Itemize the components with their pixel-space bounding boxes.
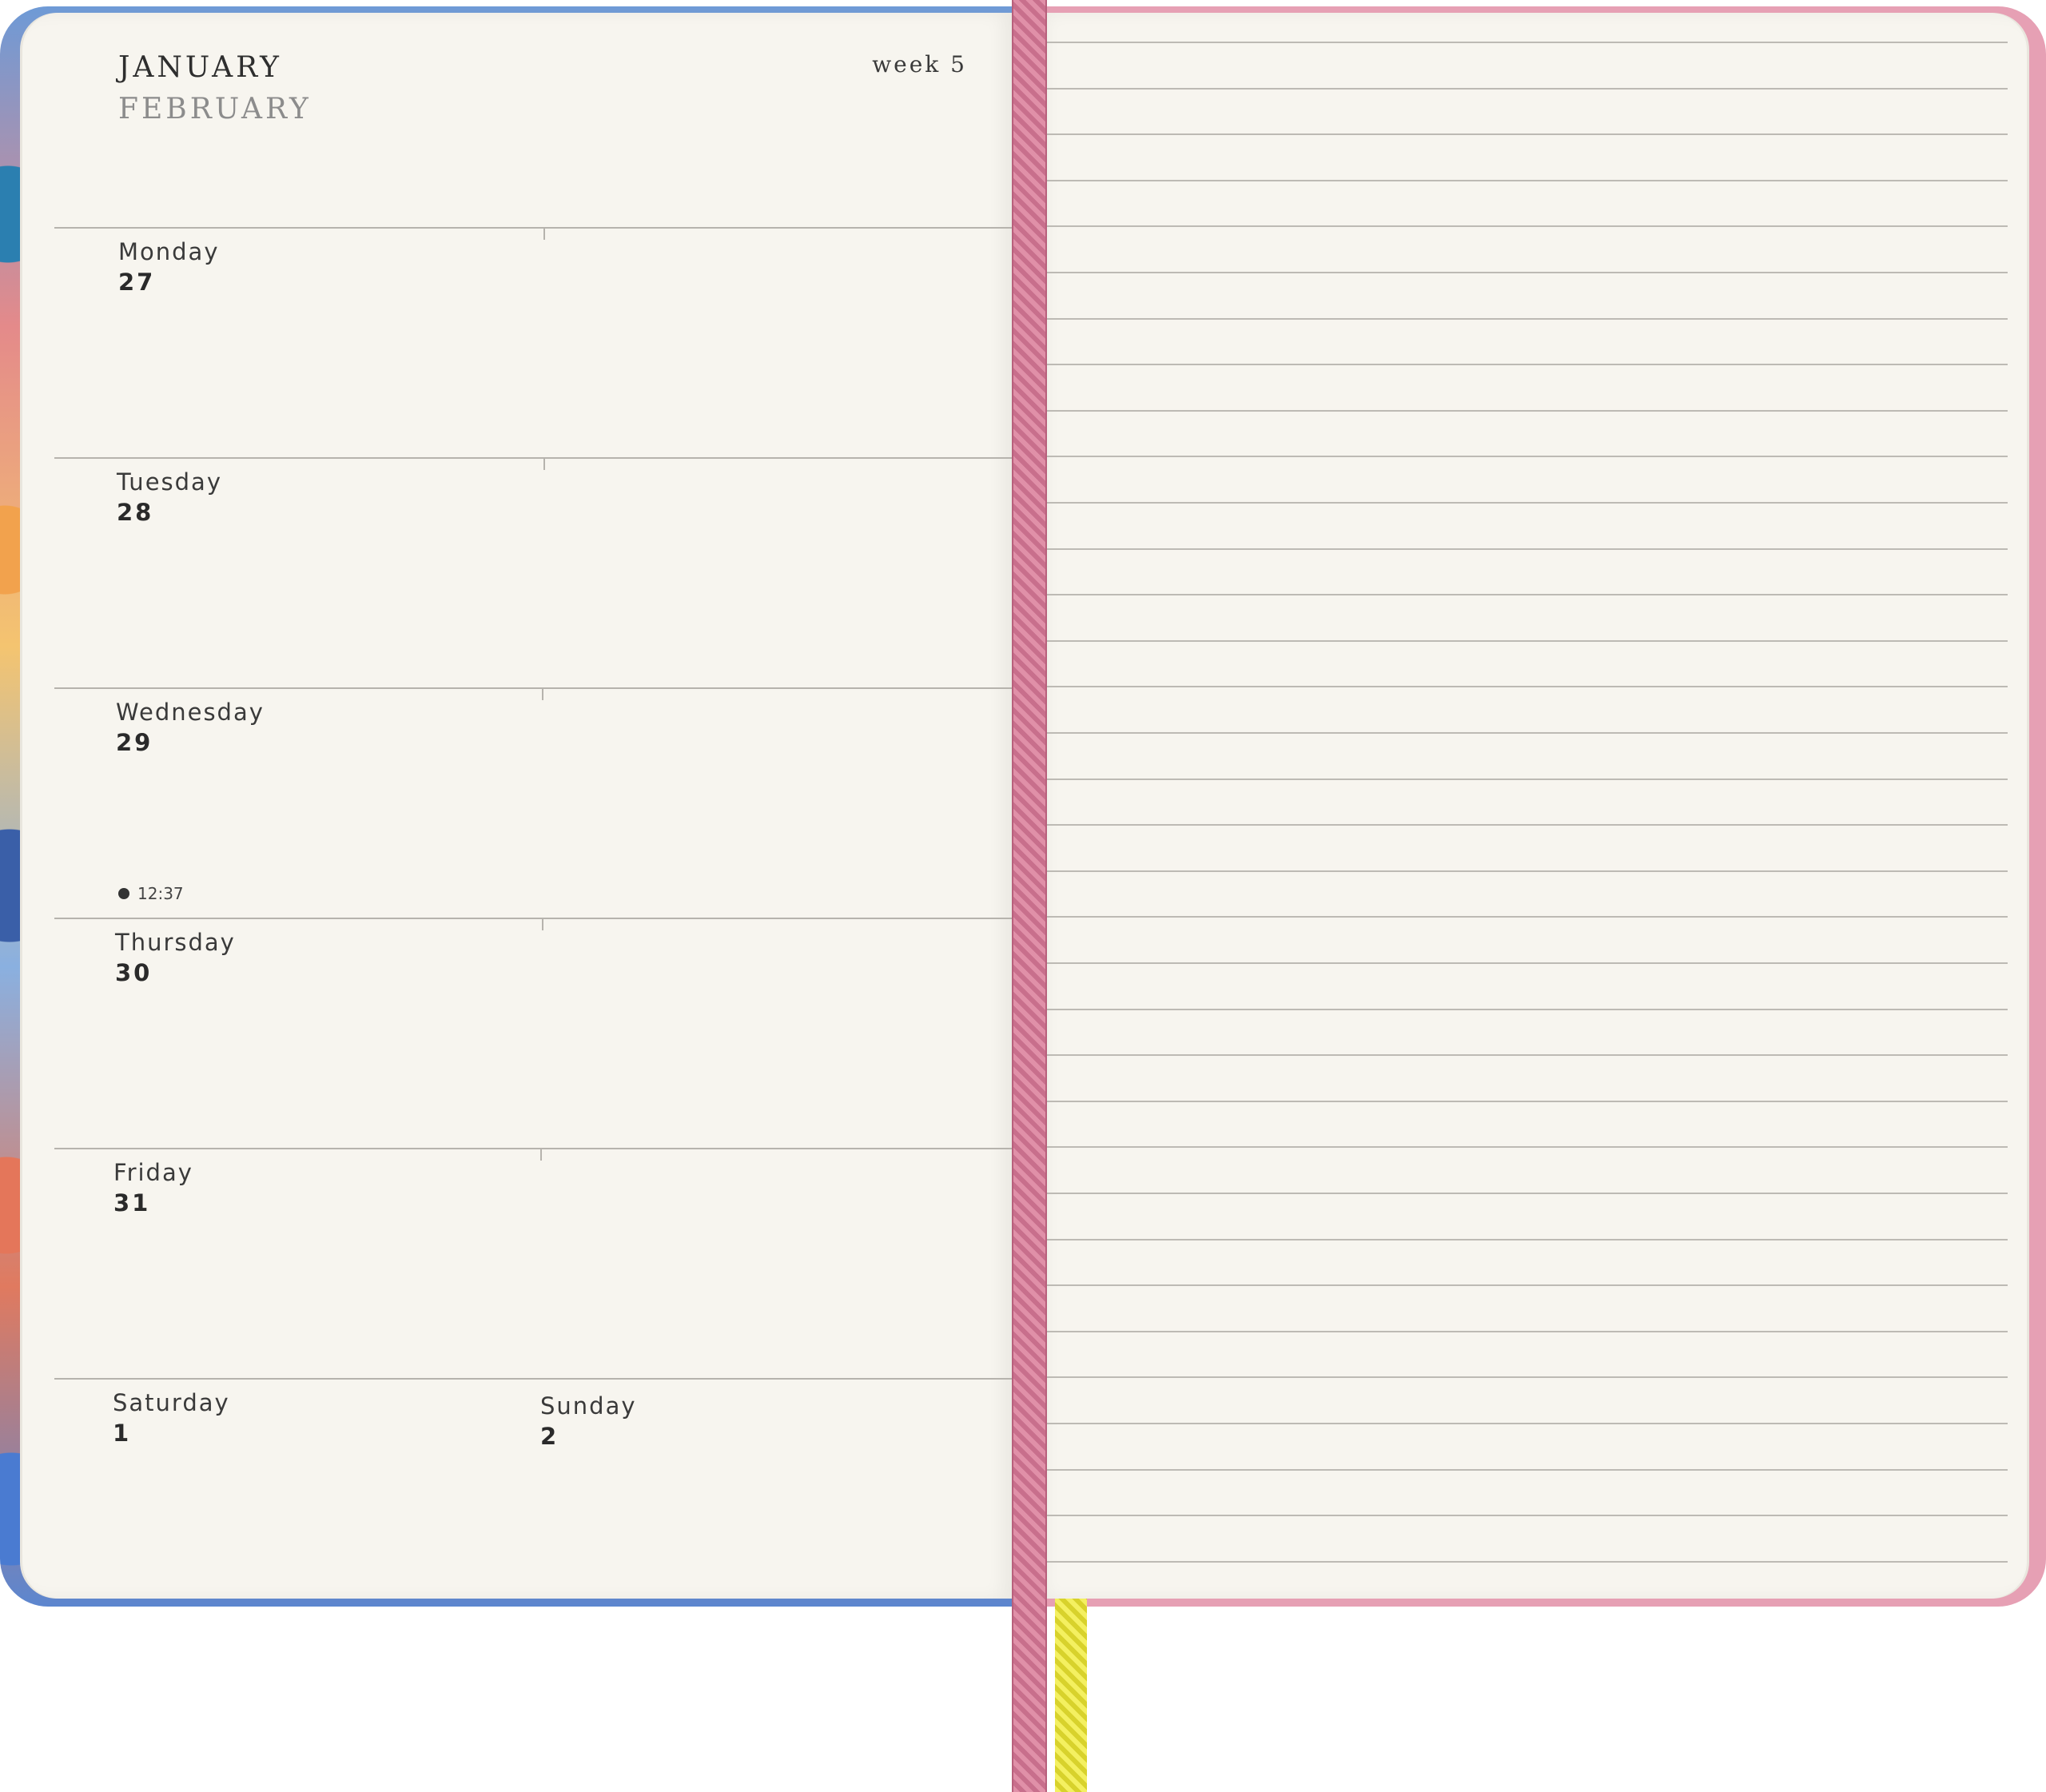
- moon-phase-time: 12:37: [137, 884, 184, 903]
- ruled-line: [1047, 1515, 2008, 1517]
- ruled-line: [1047, 594, 2008, 596]
- day-date-saturday: 1: [113, 1420, 132, 1447]
- ruled-line: [1047, 962, 2008, 964]
- day-date-sunday: 2: [540, 1423, 559, 1450]
- day-divider: [54, 457, 1013, 459]
- ruled-line: [1047, 824, 2008, 826]
- tick-mark: [543, 457, 545, 470]
- ruled-line: [1047, 272, 2008, 273]
- ruled-line: [1047, 548, 2008, 550]
- month-secondary: FEBRUARY: [118, 93, 312, 125]
- ruled-line: [1047, 916, 2008, 918]
- day-divider: [54, 227, 1013, 229]
- ruled-line: [1047, 1423, 2008, 1424]
- ruled-line: [1047, 1100, 2008, 1102]
- ruled-line: [1047, 42, 2008, 43]
- ruled-line: [1047, 1560, 2008, 1563]
- ruled-line: [1047, 778, 2008, 780]
- ruled-line: [1047, 502, 2008, 504]
- month-primary: JANUARY: [118, 51, 282, 84]
- ruled-line: [1047, 686, 2008, 688]
- tick-mark: [542, 687, 543, 700]
- ruled-line: [1047, 317, 2008, 320]
- day-date-thursday: 30: [115, 959, 153, 986]
- ruled-line: [1047, 732, 2008, 734]
- day-date-tuesday: 28: [117, 499, 154, 526]
- ruled-line: [1047, 1376, 2008, 1379]
- ruled-line: [1047, 1284, 2008, 1287]
- tick-mark: [542, 918, 543, 930]
- day-divider: [54, 1148, 1013, 1149]
- ruled-line: [1047, 1330, 2008, 1332]
- ruled-line: [1047, 87, 2008, 90]
- moon-phase: 12:37: [118, 884, 184, 903]
- ruled-line: [1047, 1193, 2008, 1194]
- ruled-line: [1047, 639, 2008, 642]
- ruled-line: [1047, 1054, 2008, 1057]
- new-moon-icon: [118, 888, 129, 899]
- day-date-friday: 31: [113, 1189, 151, 1217]
- weekly-planner-page: JANUARY FEBRUARY week 5 Monday 27 Tuesda…: [22, 13, 1013, 1599]
- ruled-line: [1047, 1238, 2008, 1240]
- yellow-bookmark-ribbon: [1055, 1599, 1087, 1792]
- day-name-thursday: Thursday: [115, 929, 236, 956]
- ruled-line: [1047, 456, 2008, 458]
- pink-bookmark-ribbon: [1012, 0, 1047, 1792]
- tick-mark: [543, 227, 545, 240]
- day-name-tuesday: Tuesday: [117, 468, 222, 496]
- tick-mark: [540, 1148, 542, 1161]
- ruled-line: [1047, 870, 2008, 872]
- day-name-wednesday: Wednesday: [116, 699, 265, 726]
- day-name-sunday: Sunday: [540, 1392, 637, 1420]
- day-divider: [54, 1378, 1013, 1380]
- ruled-line: [1047, 364, 2008, 366]
- day-date-wednesday: 29: [116, 729, 153, 756]
- ruled-line: [1047, 133, 2008, 136]
- day-divider: [54, 918, 1013, 919]
- ruled-line: [1047, 179, 2008, 181]
- day-name-friday: Friday: [113, 1159, 193, 1186]
- ruled-line: [1047, 409, 2008, 412]
- day-name-monday: Monday: [118, 238, 220, 265]
- day-name-saturday: Saturday: [113, 1389, 230, 1416]
- ruled-line: [1047, 1146, 2008, 1149]
- week-number: week 5: [872, 51, 967, 78]
- ruled-line: [1047, 1008, 2008, 1010]
- ruled-line: [1047, 225, 2008, 228]
- ruled-notes-page: [1034, 13, 2027, 1599]
- ruled-line: [1047, 1468, 2008, 1471]
- day-divider: [54, 687, 1013, 689]
- day-date-monday: 27: [118, 269, 156, 296]
